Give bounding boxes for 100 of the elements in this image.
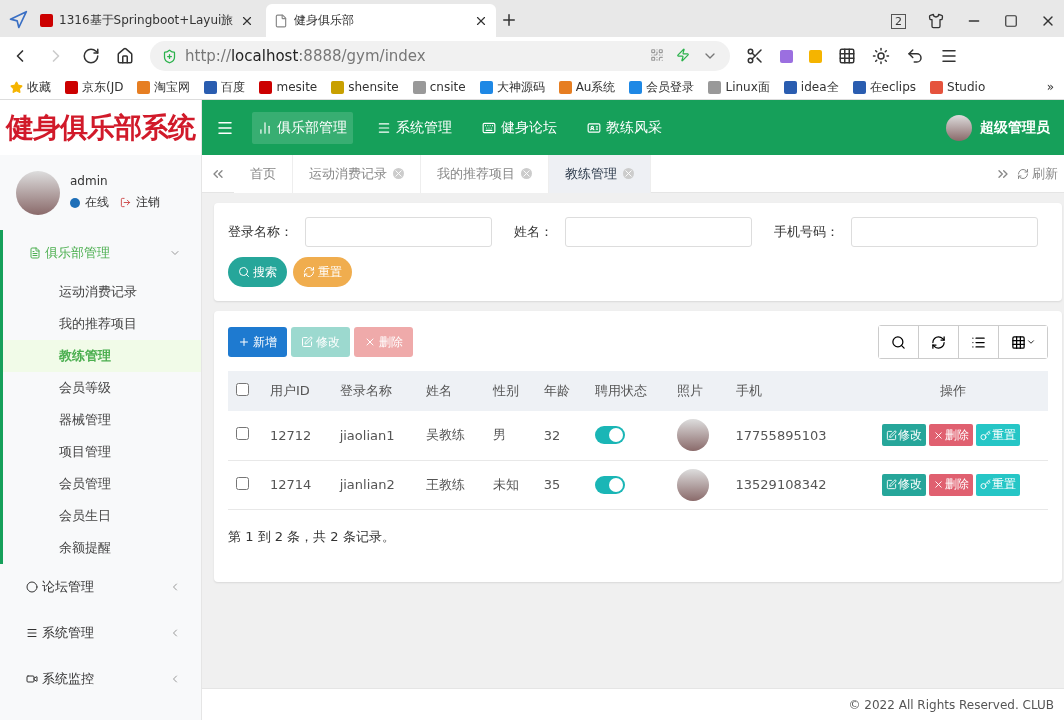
input-field[interactable] (305, 217, 492, 247)
more-bookmarks[interactable]: » (1046, 80, 1054, 94)
close-icon (364, 336, 376, 348)
toggle-switch[interactable] (594, 475, 625, 494)
button-label: 搜索 (253, 263, 277, 281)
input-field[interactable] (565, 217, 752, 247)
bookmark[interactable]: shensite (331, 80, 399, 94)
bookmark-label: shensite (348, 80, 399, 94)
bookmark[interactable]: 京东(JD (65, 78, 124, 96)
bookmark-label: 百度 (221, 78, 246, 96)
bookmark[interactable]: Studio (930, 80, 986, 94)
new-tab-icon[interactable] (500, 11, 518, 29)
bookmark[interactable]: Linux面 (708, 78, 770, 96)
table-cell: 35 (535, 460, 587, 509)
bookmark[interactable]: 淘宝网 (137, 78, 191, 96)
site-icon (40, 14, 53, 27)
bookmark[interactable]: idea全 (783, 78, 839, 96)
toggle-switch[interactable] (594, 426, 625, 445)
site-icon (629, 80, 643, 94)
column-header: 用户ID (262, 371, 332, 411)
bookmark[interactable]: Au系统 (558, 78, 616, 96)
lightning-icon[interactable] (676, 48, 690, 62)
site-icon (259, 80, 273, 94)
page-tab[interactable]: 运动消费记录 (293, 154, 421, 193)
grid-icon (1010, 334, 1026, 350)
column-header: 操作 (857, 371, 1048, 411)
button-label: 修改 (898, 426, 923, 444)
column-header: 登录名称 (331, 371, 418, 411)
menu-group[interactable]: 论坛管理 (0, 564, 201, 610)
status-text: 在线 (85, 194, 109, 211)
footer-text: © 2022 All Rights Reserved. CLUB (848, 697, 1054, 712)
search-icon (891, 334, 906, 350)
sun-icon[interactable] (872, 47, 890, 65)
site-icon (708, 80, 722, 94)
qr-code-icon[interactable] (650, 48, 664, 62)
site-icon (331, 80, 345, 94)
page-tab[interactable]: 我的推荐项目 (421, 154, 549, 193)
reload-icon[interactable] (82, 47, 100, 65)
menu-group[interactable]: 系统管理 (0, 610, 201, 656)
menu-icon (377, 120, 391, 135)
toolbar-button[interactable]: 新增 (228, 327, 287, 357)
button-label: 删除 (379, 333, 403, 351)
site-icon (930, 80, 944, 94)
bar-chart-icon (258, 120, 272, 135)
shield-icon (162, 48, 177, 64)
tab-label: 教练管理 (565, 164, 617, 183)
browser-tab[interactable]: 健身俱乐部 (266, 4, 496, 37)
edit-icon (886, 479, 898, 490)
bookmark-label: 收藏 (27, 78, 51, 96)
bookmark-label: Au系统 (575, 78, 616, 96)
home-icon[interactable] (116, 47, 134, 65)
site-icon (558, 80, 572, 94)
table-cell: 王教练 (418, 460, 485, 509)
bookmark[interactable]: 收藏 (10, 78, 51, 96)
video-camera-icon (26, 673, 38, 685)
avatar (16, 170, 60, 215)
table-cell: 未知 (484, 460, 536, 509)
address-bar[interactable]: http://localhost:8888/gym/index (150, 41, 730, 71)
bookmark[interactable]: cnsite (412, 80, 466, 94)
bookmark[interactable]: 百度 (204, 78, 246, 96)
checkbox[interactable] (236, 476, 249, 490)
menu-group[interactable]: 系统监控 (0, 656, 201, 702)
table-cell: 32 (535, 411, 587, 460)
input-field[interactable] (851, 217, 1038, 247)
list-icon (971, 334, 986, 350)
site-icon (479, 80, 493, 94)
page-tab[interactable]: 首页 (234, 154, 293, 193)
shirt-icon[interactable] (928, 13, 944, 29)
button-label: 重置 (992, 476, 1017, 493)
bookmark[interactable]: 大神源码 (479, 78, 545, 96)
button-label: 修改 (316, 333, 340, 351)
scissors-icon[interactable] (746, 47, 764, 65)
button-label: 修改 (898, 476, 923, 493)
maximize-icon[interactable] (1004, 14, 1018, 28)
navigation-arrow-icon[interactable] (8, 10, 28, 30)
edit-icon (301, 336, 313, 348)
browser-tab[interactable]: 1316基于Springboot+Layui旅 (32, 4, 262, 37)
bookmark-label: cnsite (429, 80, 466, 94)
button-label: 删除 (945, 426, 970, 444)
site-icon (852, 80, 866, 94)
site-icon (783, 80, 797, 94)
checkbox[interactable] (236, 427, 249, 441)
refresh-button[interactable]: 刷新 (1011, 164, 1064, 183)
user-name: admin (70, 174, 109, 188)
table-cell: 12712 (262, 411, 332, 460)
logout-icon (120, 197, 131, 208)
bookmark[interactable]: 在eclips (852, 78, 917, 96)
bookmark[interactable]: 会员登录 (629, 78, 695, 96)
column-header: 性别 (484, 371, 536, 411)
field-label: 姓名： (514, 223, 553, 241)
page-tab[interactable]: 教练管理 (549, 154, 651, 193)
page-icon (274, 13, 288, 28)
logout-link[interactable]: 注销 (136, 194, 160, 211)
undo-icon[interactable] (906, 47, 924, 65)
search-button[interactable] (879, 326, 919, 358)
column-header: 聘用状态 (586, 371, 670, 411)
bookmark[interactable]: mesite (259, 80, 318, 94)
checkbox[interactable] (236, 383, 249, 396)
grid-icon[interactable] (838, 47, 856, 65)
menu-icon[interactable] (940, 47, 958, 65)
